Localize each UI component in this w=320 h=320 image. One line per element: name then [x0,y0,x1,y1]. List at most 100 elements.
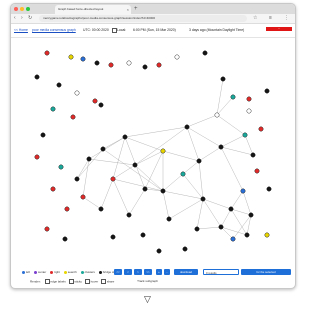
graph-node[interactable] [98,206,104,212]
graph-node[interactable] [92,98,98,104]
graph-node[interactable] [246,108,252,114]
sticky-checkbox[interactable] [68,279,74,284]
graph-node[interactable] [34,74,40,80]
graph-node[interactable] [160,148,166,154]
graph-node[interactable] [80,56,86,62]
legend-item-right[interactable]: right [50,270,60,274]
share-checkbox[interactable] [100,279,106,284]
selected-field[interactable]: 0 results [203,269,239,275]
last-button[interactable]: >> [144,269,152,275]
legend-item-search[interactable]: search [63,270,77,274]
scroll-down-icon[interactable]: ▽ [144,294,151,305]
graph-node[interactable] [160,188,166,194]
graph-node[interactable] [200,196,206,202]
graph-node[interactable] [230,94,236,100]
legend-item-center[interactable]: center [33,270,46,274]
next-button[interactable]: > [134,269,142,275]
maximize-window-button[interactable] [26,7,30,11]
graph-node[interactable] [98,102,104,108]
graph-node[interactable] [220,76,226,82]
legend-item-clusters[interactable]: clusters [80,270,95,274]
graph-node[interactable] [218,224,224,230]
graph-node[interactable] [248,212,254,218]
graph-link[interactable]: poor media consensus graph [32,28,76,32]
graph-node[interactable] [56,82,62,88]
graph-node[interactable] [132,162,138,168]
graph-node[interactable] [64,206,70,212]
graph-node[interactable] [44,50,50,56]
graph-node[interactable] [244,232,250,238]
graph-node[interactable] [266,186,272,192]
prev-button[interactable]: < [124,269,132,275]
new-tab-button[interactable]: + [134,4,138,14]
graph-node[interactable] [50,106,56,112]
legend-item-left[interactable]: left [22,270,30,274]
graph-node[interactable] [142,64,148,70]
graph-node[interactable] [218,144,224,150]
graph-node[interactable] [180,171,186,177]
reload-icon[interactable]: ↻ [28,14,32,23]
graph-node[interactable] [126,60,132,66]
tab-close-icon[interactable]: × [127,5,129,14]
graph-node[interactable] [58,164,64,170]
home-link[interactable]: << Home [14,28,28,32]
graph-node[interactable] [156,248,162,254]
zoom-out-button[interactable]: - [164,269,170,275]
graph-node[interactable] [194,226,200,232]
menu-icon[interactable]: ≡ [269,14,272,23]
more-icon[interactable]: ⋮ [284,14,289,23]
graph-node[interactable] [62,236,68,242]
graph-node[interactable] [80,194,86,200]
track-subgraph-label[interactable]: Track subgraph [137,279,158,283]
browser-tab[interactable]: Graph based force-directed layout × [55,5,131,14]
back-icon[interactable]: ‹ [14,14,16,23]
graph-node[interactable] [68,54,74,60]
graph-node[interactable] [196,158,202,164]
hover-checkbox[interactable] [84,279,90,284]
graph-node[interactable] [246,96,252,102]
graph-node[interactable] [110,234,116,240]
graph-node[interactable] [108,62,114,68]
graph-node[interactable] [74,90,80,96]
close-window-button[interactable] [14,7,18,11]
edge-labels-checkbox[interactable] [44,279,50,284]
graph-node[interactable] [110,176,116,182]
minimize-window-button[interactable] [20,7,24,11]
graph-node[interactable] [70,114,76,120]
bookmark-icon[interactable]: ☆ [253,14,257,23]
graph-node[interactable] [202,50,208,56]
graph-node[interactable] [74,176,80,182]
graph-node[interactable] [214,112,220,118]
graph-node[interactable] [184,124,190,130]
graph-node[interactable] [228,206,234,212]
graph-node[interactable] [240,188,246,194]
graph-node[interactable] [182,246,188,252]
selected-button[interactable]: for the selected [241,269,291,275]
graph-node[interactable] [142,186,148,192]
graph-node[interactable] [254,168,260,174]
first-button[interactable]: << [114,269,122,275]
graph-node[interactable] [230,236,236,242]
graph-node[interactable] [86,156,92,162]
graph-node[interactable] [50,186,56,192]
graph-node[interactable] [264,232,270,238]
graph-node[interactable] [156,62,162,68]
graph-node[interactable] [34,154,40,160]
graph-node[interactable] [94,60,100,66]
graph-node[interactable] [100,146,106,152]
graph-node[interactable] [166,216,172,222]
graph-node[interactable] [174,54,180,60]
graph-node[interactable] [250,152,256,158]
graph-node[interactable] [140,232,146,238]
graph-node[interactable] [44,226,50,232]
graph-node[interactable] [40,132,46,138]
graph-node[interactable] [258,126,264,132]
graph-canvas[interactable] [17,39,289,264]
zoom-in-button[interactable]: + [156,269,162,275]
graph-node[interactable] [122,134,128,140]
download-button[interactable]: download [174,269,198,275]
graph-node[interactable] [242,132,248,138]
graph-node[interactable] [264,88,270,94]
graph-node[interactable] [126,212,132,218]
forward-icon[interactable]: › [21,14,23,23]
